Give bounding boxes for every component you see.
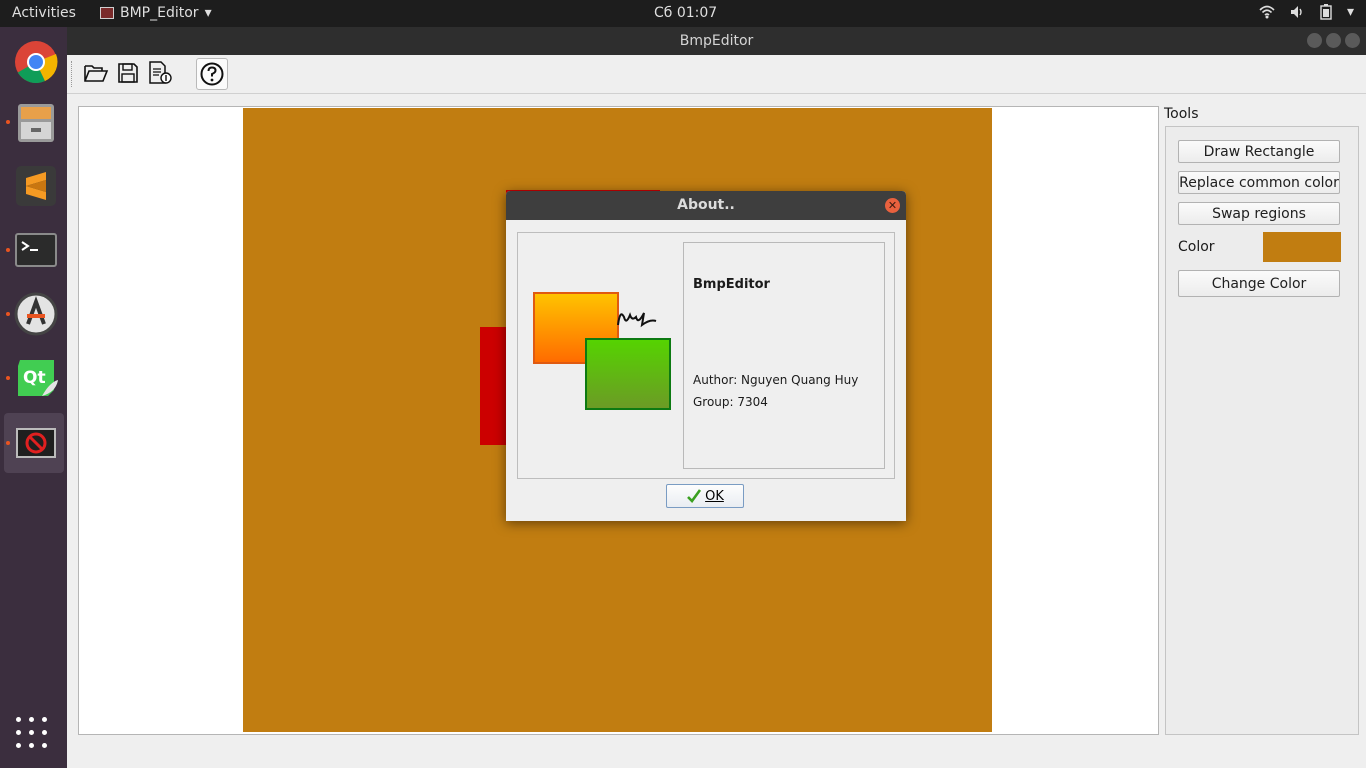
wifi-icon bbox=[1259, 5, 1275, 19]
dock-item-terminal[interactable] bbox=[4, 220, 64, 280]
toolbar-handle[interactable] bbox=[71, 61, 74, 87]
save-icon bbox=[118, 63, 138, 83]
close-icon[interactable]: ✕ bbox=[885, 198, 900, 213]
chevron-down-icon: ▾ bbox=[1346, 4, 1354, 20]
window-controls bbox=[1307, 33, 1360, 48]
sublime-text-icon bbox=[16, 166, 56, 206]
volume-icon bbox=[1290, 6, 1302, 18]
color-label: Color bbox=[1178, 239, 1215, 255]
svg-text:Qt: Qt bbox=[23, 368, 46, 388]
draw-rectangle-button[interactable]: Draw Rectangle bbox=[1178, 140, 1340, 163]
swap-regions-button[interactable]: Swap regions bbox=[1178, 202, 1340, 225]
running-indicator bbox=[6, 441, 10, 445]
software-updater-icon bbox=[14, 292, 58, 336]
chrome-icon bbox=[15, 41, 58, 84]
system-tray[interactable]: ▾ bbox=[1259, 4, 1354, 20]
app-menu-label: BMP_Editor bbox=[120, 5, 199, 21]
dock-item-sublime-text[interactable] bbox=[4, 156, 64, 216]
change-color-button[interactable]: Change Color bbox=[1178, 270, 1340, 297]
window-titlebar[interactable]: BmpEditor bbox=[67, 27, 1366, 55]
window-title: BmpEditor bbox=[679, 33, 754, 49]
clock[interactable]: Сб 01:07 bbox=[654, 5, 717, 21]
app-menu[interactable]: BMP_Editor ▾ bbox=[100, 5, 212, 21]
about-dialog-titlebar[interactable]: About.. ✕ bbox=[506, 191, 906, 220]
bmp-editor-icon bbox=[16, 428, 56, 458]
replace-common-color-button[interactable]: Replace common color bbox=[1178, 171, 1340, 194]
app-menu-icon bbox=[100, 7, 114, 19]
running-indicator bbox=[6, 376, 10, 380]
file-cabinet-icon bbox=[18, 104, 54, 142]
dock-item-qt-creator[interactable]: Qt bbox=[4, 348, 64, 408]
minimize-button[interactable] bbox=[1307, 33, 1322, 48]
top-bar: Activities BMP_Editor ▾ Сб 01:07 ▾ bbox=[0, 0, 1366, 27]
app-logo bbox=[533, 292, 671, 410]
about-dialog-title: About.. bbox=[677, 197, 735, 213]
dock-item-bmp-editor[interactable] bbox=[4, 413, 64, 473]
dock: Qt bbox=[0, 27, 67, 768]
close-button[interactable] bbox=[1345, 33, 1360, 48]
save-as-button[interactable] bbox=[146, 58, 176, 88]
battery-icon bbox=[1320, 4, 1332, 20]
toolbar bbox=[67, 55, 1366, 94]
help-icon bbox=[200, 62, 224, 86]
dock-item-files[interactable] bbox=[4, 92, 64, 152]
chevron-down-icon: ▾ bbox=[204, 5, 212, 21]
about-author: Author: Nguyen Quang Huy bbox=[693, 373, 859, 387]
terminal-icon bbox=[15, 233, 57, 267]
show-applications-icon[interactable] bbox=[16, 717, 50, 751]
maximize-button[interactable] bbox=[1326, 33, 1341, 48]
color-swatch bbox=[1263, 232, 1341, 262]
about-app-name: BmpEditor bbox=[693, 277, 770, 292]
about-group: Group: 7304 bbox=[693, 395, 768, 409]
running-indicator bbox=[6, 248, 10, 252]
open-folder-icon bbox=[84, 65, 109, 82]
activities-button[interactable]: Activities bbox=[12, 5, 76, 21]
about-button[interactable] bbox=[196, 58, 228, 90]
about-dialog: About.. ✕ BmpEditor Author: Nguyen Quang… bbox=[506, 191, 906, 521]
about-info-panel: BmpEditor Author: Nguyen Quang Huy Group… bbox=[683, 242, 885, 469]
checkmark-icon bbox=[687, 489, 702, 503]
open-button[interactable] bbox=[81, 58, 111, 88]
save-as-icon bbox=[149, 61, 172, 84]
tools-label: Tools bbox=[1164, 106, 1199, 122]
running-indicator bbox=[6, 312, 10, 316]
ok-button[interactable]: OK bbox=[666, 484, 744, 508]
red-rectangle bbox=[480, 327, 508, 445]
running-indicator bbox=[6, 120, 10, 124]
dock-item-chrome[interactable] bbox=[4, 32, 64, 92]
qt-creator-icon: Qt bbox=[18, 360, 58, 396]
dock-item-software-updater[interactable] bbox=[4, 284, 64, 344]
save-button[interactable] bbox=[113, 58, 143, 88]
ok-button-label: OK bbox=[705, 488, 724, 504]
